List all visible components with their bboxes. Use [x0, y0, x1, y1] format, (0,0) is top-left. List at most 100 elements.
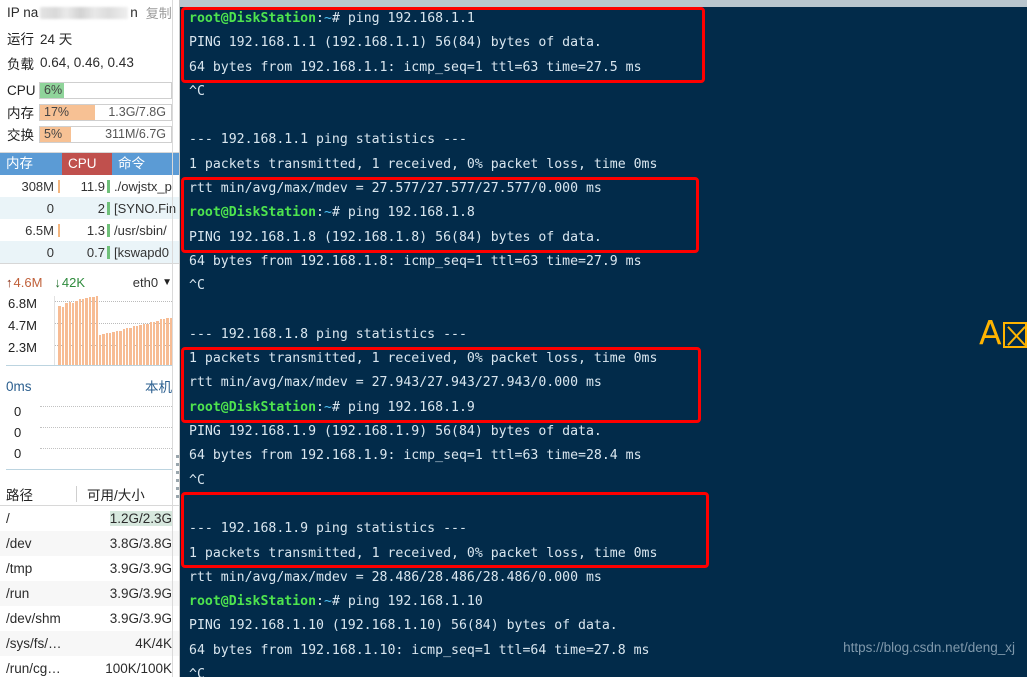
terminal-ping-reply: 64 bytes from 192.168.1.8: icmp_seq=1 tt…: [189, 253, 642, 269]
table-row[interactable]: / 1.2G/2.3G: [0, 506, 180, 531]
network-bar: [136, 325, 139, 365]
memory-meter-detail: 1.3G/7.8G: [108, 104, 166, 119]
prompt-separator: :: [316, 205, 324, 221]
terminal-output: root@DiskStation:~# ping 192.168.1.1 PING…: [189, 7, 657, 677]
network-bar: [78, 299, 81, 365]
swap-meter-detail: 311M/6.7G: [105, 126, 166, 141]
network-bar: [109, 332, 112, 365]
memory-meter-bar: 17% 1.3G/7.8G: [39, 103, 172, 121]
filesystem-size: 3.9G/3.9G: [109, 611, 172, 626]
table-row[interactable]: /tmp 3.9G/3.9G: [0, 556, 180, 581]
table-row[interactable]: /run 3.9G/3.9G: [0, 581, 180, 606]
system-monitor-sidebar: IP na n 复制 运行 24 天 负载 0.64, 0.46, 0.43 C…: [0, 0, 180, 677]
table-row[interactable]: /dev 3.8G/3.8G: [0, 531, 180, 556]
cpu-meter-row: CPU 6%: [0, 79, 180, 101]
terminal-ping-statistics-packets: 1 packets transmitted, 1 received, 0% pa…: [189, 545, 658, 561]
table-row[interactable]: 308M 11.9 ./owjstx_p: [0, 175, 180, 197]
terminal-command: # ping 192.168.1.10: [331, 594, 483, 610]
terminal-prompt-line: root@DiskStation:~# ping 192.168.1.8: [189, 201, 657, 225]
filesystem-size: 4K/4K: [135, 636, 172, 651]
cpu-meter-bar: 6%: [39, 81, 172, 99]
interface-name: eth0: [132, 274, 159, 290]
load-value: 0.64, 0.46, 0.43: [40, 55, 134, 70]
latency-value: 0ms: [6, 378, 32, 394]
swap-meter-bar: 5% 311M/6.7G: [39, 125, 172, 143]
latency-target[interactable]: 本机: [145, 376, 172, 396]
annotation-label: Anas: [979, 313, 1027, 352]
prompt-path: ~: [324, 594, 332, 610]
network-graph-axis: 6.8M 4.7M 2.3M: [6, 294, 52, 365]
filesystem-table: 路径 可用/大小 / 1.2G/2.3G /dev 3.8G/3.8G /tmp…: [0, 482, 180, 677]
uptime-value: 24 天: [40, 31, 73, 47]
network-throughput-graph: 6.8M 4.7M 2.3M: [6, 294, 173, 366]
copy-button[interactable]: 复制: [146, 3, 172, 22]
network-bar: [98, 334, 102, 365]
table-row[interactable]: 6.5M 1.3 /usr/sbin/: [0, 219, 180, 241]
uptime-row: 运行 24 天: [0, 25, 180, 50]
download-rate: 42K: [61, 274, 86, 290]
terminal-ping-statistics-rtt: rtt min/avg/max/mdev = 27.577/27.577/27.…: [189, 181, 602, 197]
interface-selector[interactable]: eth0 ▼: [133, 275, 172, 290]
process-cpu: 11.9: [80, 178, 105, 194]
network-bar: [159, 319, 162, 365]
network-graph-plot: [54, 296, 173, 365]
network-bar: [115, 331, 119, 365]
download-arrow-icon: ↓: [54, 274, 61, 290]
network-bar: [58, 305, 61, 365]
load-row: 负载 0.64, 0.46, 0.43: [0, 50, 180, 75]
prompt-separator: :: [316, 11, 324, 26]
column-header-cpu[interactable]: CPU: [62, 153, 112, 175]
network-summary-row: ↑ 4.6M ↓ 42K eth0 ▼: [0, 270, 180, 294]
network-bar: [88, 296, 92, 365]
terminal-interrupt-signal: ^C: [189, 472, 205, 488]
column-header-size[interactable]: 可用/大小: [87, 484, 174, 504]
table-row[interactable]: 0 2 [SYNO.Fin: [0, 197, 180, 219]
filesystem-size: 3.8G/3.8G: [109, 536, 172, 551]
process-memory: 6.5M: [25, 222, 54, 238]
network-bar: [142, 324, 146, 365]
process-memory: 0: [46, 244, 54, 260]
network-bar: [71, 302, 75, 365]
network-bar: [68, 301, 71, 365]
terminal-pane[interactable]: root@DiskStation:~# ping 192.168.1.1 PING…: [180, 0, 1027, 677]
network-bar: [105, 333, 108, 365]
scrollbar-thumb[interactable]: [176, 455, 179, 515]
sidebar-inner-divider: [172, 0, 173, 677]
terminal-ping-statistics-packets: 1 packets transmitted, 1 received, 0% pa…: [189, 156, 658, 172]
terminal-ping-header: PING 192.168.1.1 (192.168.1.1) 56(84) by…: [189, 35, 602, 51]
filesystem-path: /run/cg…: [6, 661, 61, 676]
table-row[interactable]: /sys/fs/… 4K/4K: [0, 631, 180, 656]
network-bar: [65, 302, 68, 365]
prompt-path: ~: [324, 399, 332, 415]
network-bar: [149, 322, 152, 365]
filesystem-path: /run: [6, 586, 30, 601]
network-bar: [163, 318, 166, 365]
terminal-ping-header: PING 192.168.1.9 (192.168.1.9) 56(84) by…: [189, 424, 602, 440]
network-bar: [122, 329, 125, 365]
filesystem-size: 1.2G/2.3G: [109, 511, 172, 526]
filesystem-size: 100K/100K: [105, 661, 172, 676]
filesystem-path: /sys/fs/…: [6, 636, 62, 651]
table-row[interactable]: /dev/shm 3.9G/3.9G: [0, 606, 180, 631]
column-header-path[interactable]: 路径: [6, 484, 76, 504]
process-command: [SYNO.Fin: [114, 200, 177, 216]
filesystem-size: 3.9G/3.9G: [109, 561, 172, 576]
column-header-command[interactable]: 命令: [112, 153, 180, 175]
upload-rate: 4.6M: [13, 274, 43, 290]
table-row[interactable]: 0 0.7 [kswapd0: [0, 241, 180, 263]
load-label: 负载: [7, 56, 34, 72]
chevron-down-icon: ▼: [162, 276, 172, 288]
terminal-interrupt-signal: ^C: [189, 667, 205, 677]
latency-axis-label: 0: [14, 446, 22, 461]
terminal-ping-reply: 64 bytes from 192.168.1.1: icmp_seq=1 tt…: [189, 59, 642, 75]
latency-axis-label: 0: [14, 425, 22, 440]
network-bar: [152, 321, 156, 365]
column-divider: [76, 485, 77, 502]
terminal-title-bar: [180, 0, 1027, 7]
filesystem-path: /: [6, 511, 10, 526]
table-row[interactable]: /run/cg… 100K/100K: [0, 656, 180, 677]
column-header-memory[interactable]: 内存: [0, 153, 62, 175]
